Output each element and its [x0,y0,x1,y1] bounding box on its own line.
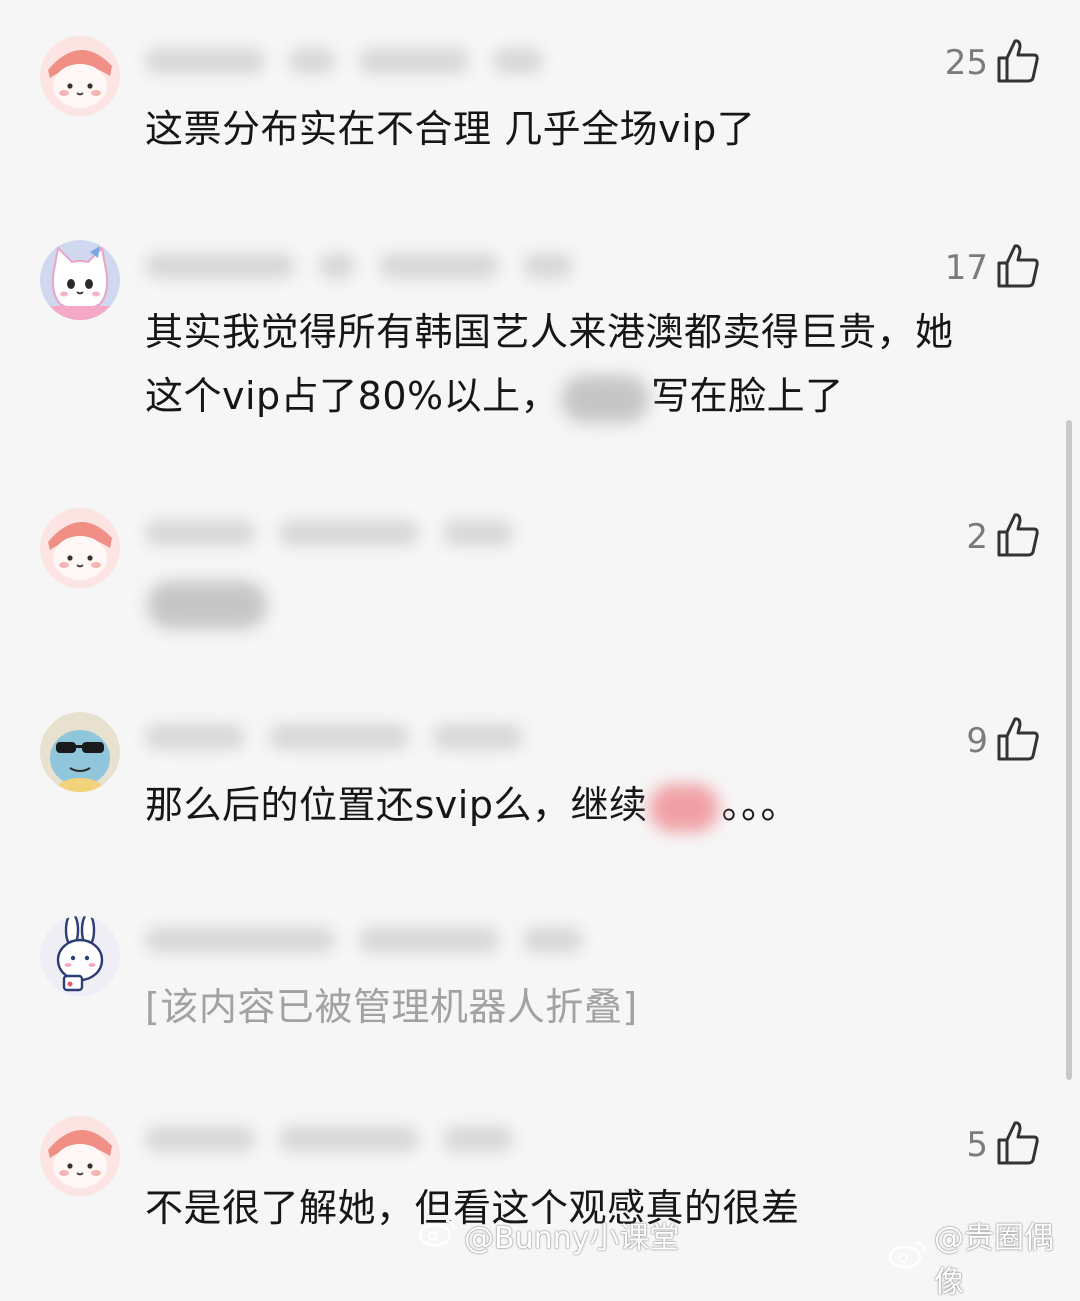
thumbs-up-icon [996,243,1040,293]
like-count: 17 [944,248,988,288]
comment-meta [145,925,583,955]
avatar[interactable] [40,712,120,792]
comment-meta [145,722,523,752]
like-button[interactable]: 2 [966,512,1040,562]
comment-text-line-1: 其实我觉得所有韩国艺人来港澳都卖得巨贵，她 [145,310,954,354]
like-count: 5 [966,1125,988,1165]
avatar[interactable] [40,36,120,116]
comment-meta [145,46,543,76]
watermark-left-text: @Bunny小课堂 [464,1221,680,1256]
like-count: 2 [966,517,988,557]
comment-meta [145,1124,513,1154]
avatar[interactable] [40,240,120,320]
thumbs-up-icon [996,716,1040,766]
avatar[interactable] [40,508,120,588]
thumbs-up-icon [996,38,1040,88]
watermark-right-text: @贵圈偶像 [934,1221,1054,1300]
scrollbar[interactable] [1066,420,1072,1080]
like-button[interactable]: 5 [966,1120,1040,1170]
weibo-logo-icon [418,1215,458,1255]
comment-text-start: 那么后的位置还svip么，继续 [145,783,648,827]
comment-text: 那么后的位置还svip么，继续 。。。 [145,773,1045,837]
redacted-text [561,374,650,423]
comment-text-line-2-end: 写在脸上了 [651,374,844,418]
comment-text: 其实我觉得所有韩国艺人来港澳都卖得巨贵，她 这个vip占了80%以上， 写在脸上了 [145,300,1045,428]
comment-text [145,570,1045,634]
like-button[interactable]: 9 [966,716,1040,766]
thumbs-up-icon [996,512,1040,562]
comment-meta [145,251,573,281]
comment-text-end: 。。。 [721,783,799,827]
avatar[interactable] [40,916,120,996]
watermark-left: @Bunny小课堂 [418,1213,679,1257]
folded-notice[interactable]: [该内容已被管理机器人折叠] [145,975,1045,1039]
comment-meta [145,518,513,548]
thumbs-up-icon [996,1120,1040,1170]
redacted-text [147,580,267,629]
redacted-emoji [649,783,720,832]
watermark-right: @贵圈偶像 [888,1213,1080,1301]
weibo-logo-icon [888,1237,928,1277]
comment-text-line-2-start: 这个vip占了80%以上， [145,374,560,418]
like-button[interactable]: 25 [945,38,1040,88]
avatar[interactable] [40,1116,120,1196]
like-count: 25 [944,43,988,83]
like-count: 9 [966,721,988,761]
comment-text: 这票分布实在不合理 几乎全场vip了 [145,107,756,151]
like-button[interactable]: 17 [945,243,1040,293]
